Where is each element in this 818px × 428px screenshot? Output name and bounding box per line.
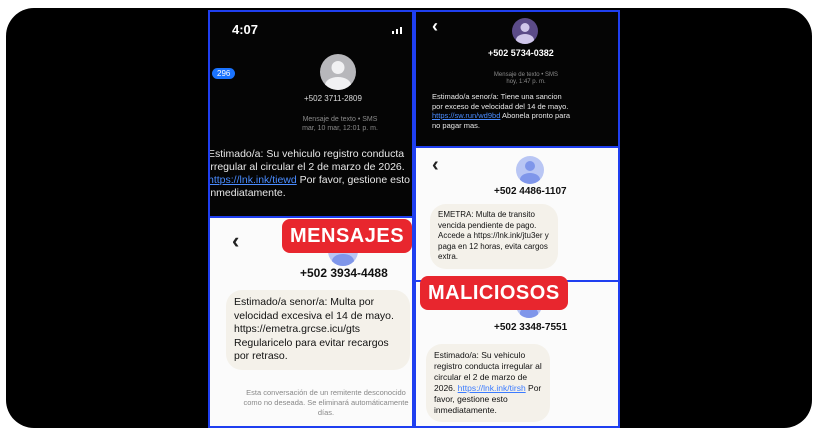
sender-number: +502 3934-4488 xyxy=(300,266,388,280)
video-frame: 4:07 296 +502 3711-2809 Mensaje de texto… xyxy=(6,8,812,428)
spam-notice: Esta conversación de un remitente descon… xyxy=(243,388,409,417)
message-link[interactable]: https://lnk.ink/tirsh xyxy=(458,383,526,393)
screenshot-sms-1: 4:07 296 +502 3711-2809 Mensaje de texto… xyxy=(208,10,414,218)
sender-number: +502 3711-2809 xyxy=(304,94,362,103)
message-bubble: Estimado/a: Su vehiculo registro conduct… xyxy=(426,344,550,422)
status-time: 4:07 xyxy=(232,22,259,37)
message-link[interactable]: https://sw.run/wd9bd xyxy=(432,111,500,120)
message-bubble: Estimado/a senor/a: Tiene una sancion po… xyxy=(432,92,572,130)
message-meta-type: Mensaje de texto • SMS xyxy=(493,72,559,78)
caption-maliciosos: MALICIOSOS xyxy=(420,276,568,310)
message-meta-date: hoy, 1:47 p. m. xyxy=(506,79,546,85)
message-text: Estimado/a: Su vehiculo registro conduct… xyxy=(208,148,405,173)
contact-avatar-icon xyxy=(516,156,544,184)
back-chevron-icon[interactable]: ‹ xyxy=(432,154,439,177)
message-text: Estimado/a senor/a: Tiene una sancion po… xyxy=(432,92,569,111)
unread-badge[interactable]: 296 xyxy=(212,68,236,79)
message-meta-type: Mensaje de texto • SMS xyxy=(302,116,378,123)
screenshot-sms-4: ‹ +502 4486-1107 EMETRA: Multa de transi… xyxy=(414,146,620,282)
signal-bars-icon xyxy=(392,26,406,34)
sender-number: +502 5734-0382 xyxy=(488,48,554,58)
screenshot-sms-2: ‹ +502 5734-0382 Mensaje de texto • SMS … xyxy=(414,10,620,148)
back-chevron-icon[interactable]: ‹ xyxy=(432,16,438,37)
message-bubble: EMETRA: Multa de transito vencida pendie… xyxy=(430,204,558,269)
message-link[interactable]: https://lnk.ink/tiewd xyxy=(210,174,297,186)
sender-number: +502 4486-1107 xyxy=(494,186,567,197)
contact-avatar-icon xyxy=(320,54,356,90)
caption-mensajes: MENSAJES xyxy=(282,219,413,253)
sender-number: +502 3348-7551 xyxy=(494,322,568,333)
contact-avatar-icon xyxy=(512,18,538,44)
message-bubble: Estimado/a senor/a: Multa por velocidad … xyxy=(226,290,410,370)
message-bubble: Estimado/a: Su vehiculo registro conduct… xyxy=(208,148,412,200)
message-meta-date: mar, 10 mar, 12:01 p. m. xyxy=(302,125,378,132)
back-chevron-icon[interactable]: ‹ xyxy=(232,228,239,254)
